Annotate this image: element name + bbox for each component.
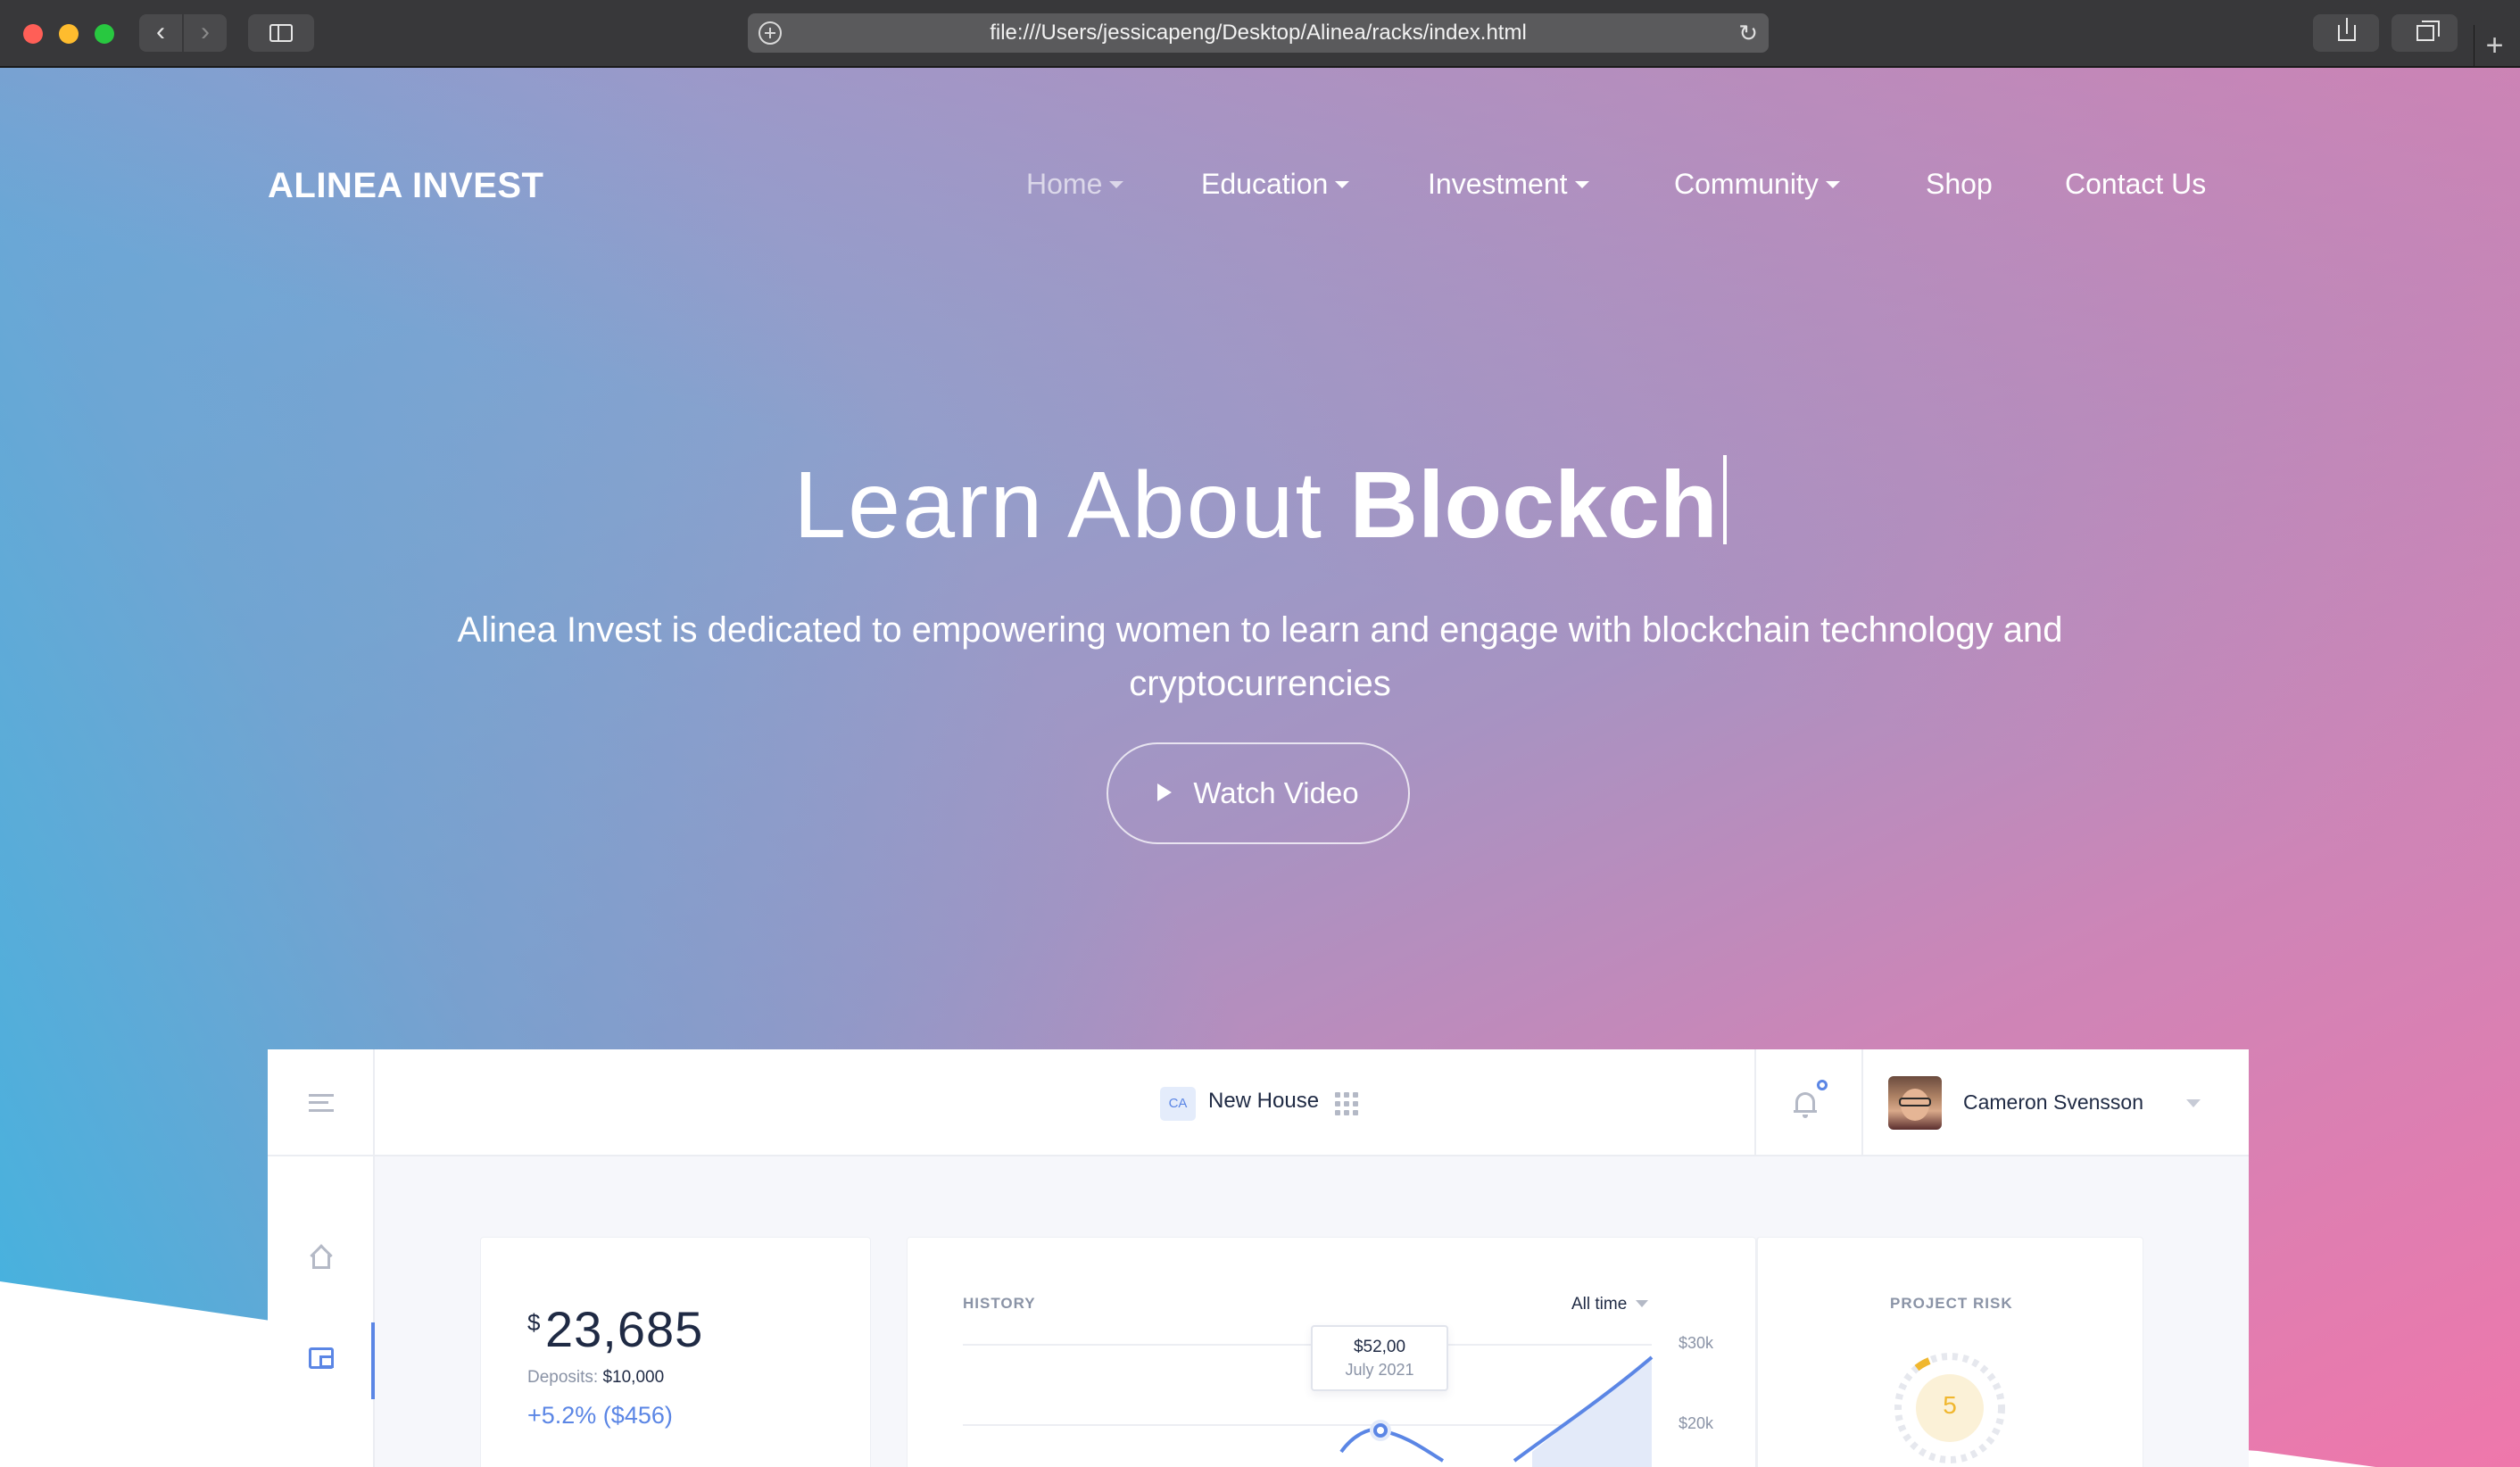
add-bookmark-icon[interactable] xyxy=(758,21,782,45)
balance-currency: $ xyxy=(527,1309,541,1336)
tooltip-date: July 2021 xyxy=(1345,1361,1414,1379)
risk-title: PROJECT RISK xyxy=(1890,1295,2013,1312)
web-page: ALINEA INVEST Home Education Investment … xyxy=(0,68,2520,1467)
project-badge: CA xyxy=(1160,1087,1196,1121)
close-window-button[interactable] xyxy=(23,24,43,44)
site-logo[interactable]: ALINEA INVEST xyxy=(268,166,544,206)
range-select-value: All time xyxy=(1571,1295,1628,1314)
hero-title-light: Learn About xyxy=(793,452,1323,558)
nav-shop[interactable]: Shop xyxy=(1926,168,1993,201)
nav-home-label: Home xyxy=(1026,168,1103,200)
hero-subtitle: Alinea Invest is dedicated to empowering… xyxy=(457,610,2063,703)
sidebar-icon xyxy=(269,24,293,42)
tab-overview-button[interactable] xyxy=(2392,14,2458,52)
range-select[interactable]: All time xyxy=(1571,1295,1649,1314)
forward-button[interactable]: › xyxy=(184,14,227,52)
dashboard-preview: CA New House Cameron Svensson $ 23,685 D… xyxy=(268,1049,2249,1467)
nav-community[interactable]: Community xyxy=(1674,168,1840,201)
caret-down-icon xyxy=(1109,181,1124,188)
deposits-label: Deposits: xyxy=(527,1368,599,1387)
nav-education-label: Education xyxy=(1201,168,1329,200)
risk-value: 5 xyxy=(1943,1391,1957,1419)
chart-tooltip: $52,00 July 2021 xyxy=(1311,1325,1448,1391)
gauge-fill xyxy=(1914,1357,1931,1372)
caret-down-icon xyxy=(1825,181,1840,188)
nav-contact-label: Contact Us xyxy=(2065,168,2207,200)
new-tab-button[interactable]: + xyxy=(2474,25,2515,66)
url-text: file:///Users/jessicapeng/Desktop/Alinea… xyxy=(990,21,1527,45)
browser-toolbar: ‹ › file:///Users/jessicapeng/Desktop/Al… xyxy=(0,0,2520,68)
balance-amount: 23,685 xyxy=(545,1301,704,1357)
project-risk-card: PROJECT RISK 5 xyxy=(1756,1237,2143,1467)
wallet-icon[interactable] xyxy=(309,1347,334,1369)
watch-video-button[interactable]: Watch Video xyxy=(1107,742,1410,844)
divider xyxy=(1754,1049,1756,1156)
project-name[interactable]: New House xyxy=(1208,1089,1319,1114)
nav-investment[interactable]: Investment xyxy=(1428,168,1589,201)
address-bar[interactable]: file:///Users/jessicapeng/Desktop/Alinea… xyxy=(748,13,1769,53)
play-icon xyxy=(1157,783,1173,801)
y-axis-label: $30k xyxy=(1679,1334,1714,1352)
caret-down-icon[interactable] xyxy=(2186,1099,2201,1107)
nav-shop-label: Shop xyxy=(1926,168,1993,200)
history-title: HISTORY xyxy=(963,1295,1036,1312)
back-button[interactable]: ‹ xyxy=(139,14,182,52)
home-icon[interactable] xyxy=(309,1244,334,1269)
hero-title-typed: Blockch xyxy=(1349,452,1718,558)
nav-contact-us[interactable]: Contact Us xyxy=(2065,168,2206,201)
chevron-left-icon: ‹ xyxy=(156,17,165,46)
avatar[interactable] xyxy=(1888,1076,1942,1130)
balance-card: $ 23,685 Deposits: $10,000 +5.2% ($456) xyxy=(480,1237,871,1467)
balance-change: +5.2% ($456) xyxy=(527,1402,673,1429)
tooltip-value: $52,00 xyxy=(1353,1338,1406,1356)
divider xyxy=(373,1049,375,1156)
hero-title: Learn About Blockch xyxy=(0,452,2520,559)
nav-education[interactable]: Education xyxy=(1201,168,1350,201)
menu-icon[interactable] xyxy=(309,1094,334,1112)
apps-grid-icon[interactable] xyxy=(1335,1092,1358,1115)
caret-down-icon xyxy=(1335,181,1350,188)
sidebar-toggle-button[interactable] xyxy=(248,14,314,52)
y-axis-label: $20k xyxy=(1679,1414,1714,1432)
history-card: HISTORY All time $52,00 July 2021 $30k $… xyxy=(907,1237,1756,1467)
user-name[interactable]: Cameron Svensson xyxy=(1963,1090,2143,1115)
deposits-value: $10,000 xyxy=(602,1368,665,1387)
watch-video-label: Watch Video xyxy=(1193,776,1359,809)
dashboard-topbar: CA New House Cameron Svensson xyxy=(268,1049,2249,1156)
nav-investment-label: Investment xyxy=(1428,168,1568,200)
zoom-window-button[interactable] xyxy=(95,24,114,44)
notification-dot xyxy=(1817,1080,1828,1090)
dashboard-sidebar xyxy=(268,1156,375,1467)
caret-down-icon xyxy=(1636,1300,1649,1307)
minimize-window-button[interactable] xyxy=(59,24,79,44)
bell-icon[interactable] xyxy=(1794,1090,1817,1118)
highlight-point xyxy=(1373,1423,1388,1438)
tabs-icon xyxy=(2416,21,2440,41)
share-icon xyxy=(2338,18,2356,41)
nav-home[interactable]: Home xyxy=(1026,168,1124,201)
nav-community-label: Community xyxy=(1674,168,1819,200)
chevron-right-icon: › xyxy=(201,17,210,46)
reload-icon[interactable]: ↻ xyxy=(1738,13,1758,53)
share-button[interactable] xyxy=(2313,14,2379,52)
active-indicator xyxy=(371,1322,375,1399)
deposits: Deposits: $10,000 xyxy=(527,1368,664,1388)
caret-down-icon xyxy=(1574,181,1589,188)
divider xyxy=(1861,1049,1863,1156)
typing-cursor xyxy=(1722,455,1727,544)
